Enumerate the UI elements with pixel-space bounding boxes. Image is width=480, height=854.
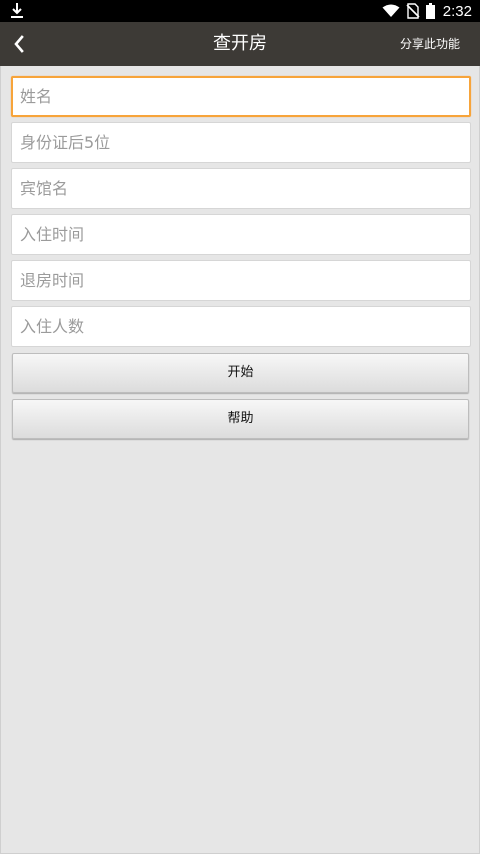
status-icons: 2:32 [382,0,472,22]
check-out-time-input[interactable] [11,260,471,301]
battery-icon [425,3,435,19]
status-bar: 2:32 [0,0,480,22]
download-icon [11,3,23,18]
name-input[interactable] [11,76,471,117]
hotel-name-input[interactable] [11,168,471,209]
guest-count-input[interactable] [11,306,471,347]
no-sim-icon [406,3,420,19]
share-feature-button[interactable]: 分享此功能 [400,22,460,66]
help-button[interactable]: 帮助 [12,399,469,439]
start-button[interactable]: 开始 [12,353,469,393]
wifi-icon [382,4,400,17]
query-form: 开始 帮助 [0,66,480,854]
action-bar: 查开房 分享此功能 [0,22,480,66]
chevron-left-icon [14,35,24,53]
status-time: 2:32 [442,2,472,20]
id-last-5-input[interactable] [11,122,471,163]
check-in-time-input[interactable] [11,214,471,255]
back-button[interactable] [4,29,34,59]
